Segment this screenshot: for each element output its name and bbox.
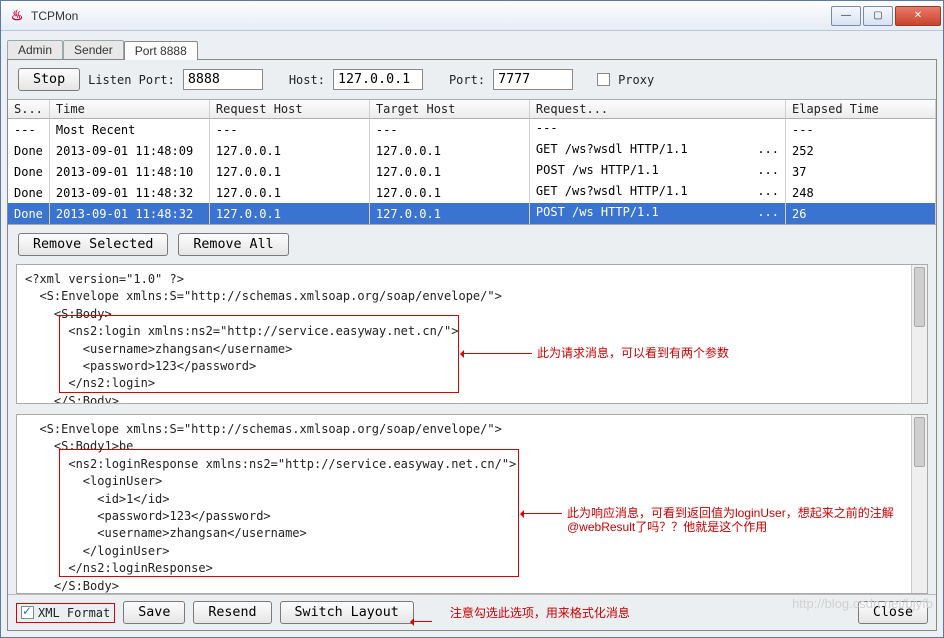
xml-line: <?xml version="1.0" ?> xyxy=(25,271,919,288)
tab-admin[interactable]: Admin xyxy=(7,40,63,59)
table-row[interactable]: ---Most Recent------------ xyxy=(8,119,936,141)
listen-port-input[interactable] xyxy=(183,69,263,90)
window-title: TCPMon xyxy=(31,9,829,23)
bottom-annotation: 注意勾选此选项，用来格式化消息 xyxy=(450,604,630,621)
titlebar: ♨ TCPMon — ▢ ✕ xyxy=(1,1,943,31)
response-annotation-2: @webResult了吗？？他就是这个作用 xyxy=(567,519,767,536)
java-icon: ♨ xyxy=(9,8,25,24)
splitter[interactable] xyxy=(16,406,928,412)
request-xml-area[interactable]: <?xml version="1.0" ?> <S:Envelope xmlns… xyxy=(16,264,928,404)
response-xml-area[interactable]: <S:Envelope xmlns:S="http://schemas.xmls… xyxy=(16,414,928,594)
xml-format-highlight: XML Format xyxy=(16,603,115,623)
table-row[interactable]: Done2013-09-01 11:48:09127.0.0.1127.0.0.… xyxy=(8,140,936,161)
arrow xyxy=(462,353,532,354)
table-row[interactable]: Done2013-09-01 11:48:32127.0.0.1127.0.0.… xyxy=(8,203,936,224)
proxy-label: Proxy xyxy=(618,73,654,87)
switch-layout-button[interactable]: Switch Layout xyxy=(280,601,414,624)
host-label: Host: xyxy=(289,73,325,87)
request-table: S... Time Request Host Target Host Reque… xyxy=(8,99,936,225)
table-row[interactable]: Done2013-09-01 11:48:10127.0.0.1127.0.0.… xyxy=(8,161,936,182)
col-time[interactable]: Time xyxy=(49,100,209,119)
xml-line: </S:Body> xyxy=(25,393,919,404)
col-target-host[interactable]: Target Host xyxy=(369,100,529,119)
arrow xyxy=(522,513,562,514)
port-label: Port: xyxy=(449,73,485,87)
minimize-button[interactable]: — xyxy=(831,6,861,26)
port-input[interactable] xyxy=(493,69,573,90)
tab-sender[interactable]: Sender xyxy=(63,40,124,59)
app-window: ♨ TCPMon — ▢ ✕ AdminSenderPort 8888 Stop… xyxy=(0,0,944,638)
bottom-bar: XML Format Save Resend Switch Layout 注意勾… xyxy=(8,594,936,630)
xml-line: <S:Envelope xmlns:S="http://schemas.xmls… xyxy=(25,288,919,305)
proxy-checkbox[interactable] xyxy=(597,73,610,86)
table-row[interactable]: Done2013-09-01 11:48:32127.0.0.1127.0.0.… xyxy=(8,182,936,203)
request-annotation: 此为请求消息，可以看到有两个参数 xyxy=(537,345,729,362)
save-button[interactable]: Save xyxy=(123,601,185,624)
col-state[interactable]: S... xyxy=(8,100,49,119)
scrollbar[interactable] xyxy=(911,265,927,403)
close-window-button[interactable]: ✕ xyxy=(895,6,941,26)
main-panel: Stop Listen Port: Host: Port: Proxy S...… xyxy=(7,59,937,631)
toolbar: Stop Listen Port: Host: Port: Proxy xyxy=(8,60,936,99)
close-button[interactable]: Close xyxy=(858,601,928,624)
host-input[interactable] xyxy=(333,69,423,90)
col-request-host[interactable]: Request Host xyxy=(209,100,369,119)
col-request[interactable]: Request... xyxy=(529,100,785,119)
resend-button[interactable]: Resend xyxy=(193,601,271,624)
listen-port-label: Listen Port: xyxy=(88,73,175,87)
xml-format-label: XML Format xyxy=(38,606,110,620)
remove-all-button[interactable]: Remove All xyxy=(178,233,288,256)
xml-line: </S:Body> xyxy=(25,578,919,594)
tab-port-8888[interactable]: Port 8888 xyxy=(124,41,198,60)
xml-format-checkbox[interactable] xyxy=(21,606,34,619)
remove-selected-button[interactable]: Remove Selected xyxy=(18,233,168,256)
maximize-button[interactable]: ▢ xyxy=(863,6,893,26)
col-elapsed[interactable]: Elapsed Time xyxy=(786,100,936,119)
xml-line: <S:Envelope xmlns:S="http://schemas.xmls… xyxy=(25,421,919,438)
stop-button[interactable]: Stop xyxy=(18,68,80,91)
scrollbar[interactable] xyxy=(911,415,927,593)
tab-bar: AdminSenderPort 8888 xyxy=(7,37,937,59)
